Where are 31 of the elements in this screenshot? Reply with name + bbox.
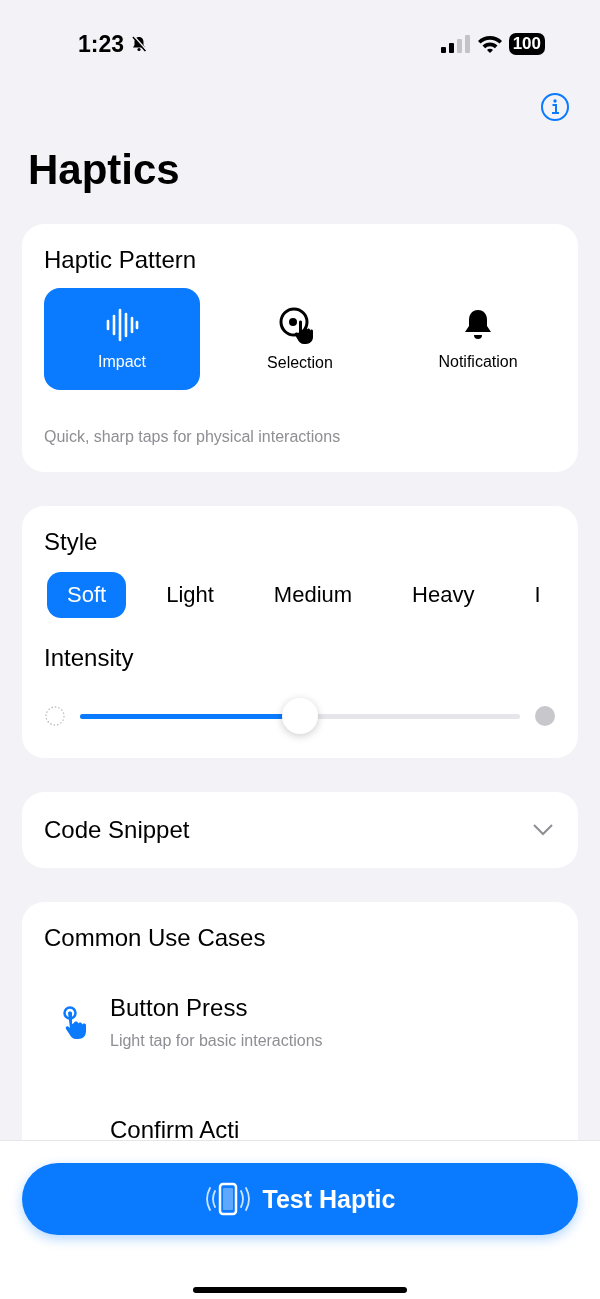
use-case-title: Button Press [110, 994, 249, 1022]
style-tab[interactable]: Soft [47, 572, 127, 618]
test-haptic-button[interactable]: Test Haptic [22, 1163, 578, 1235]
dotted-circle-icon [44, 705, 66, 727]
slider-thumb[interactable] [282, 698, 318, 734]
info-icon[interactable] [540, 92, 570, 122]
signal-icon [440, 34, 471, 54]
section-heading: Haptic Pattern [44, 246, 198, 274]
section-heading: Intensity [44, 644, 135, 672]
style-tab[interactable]: Light [146, 572, 234, 618]
pattern-description: Quick, sharp taps for physical interactions [44, 428, 342, 446]
pattern-option[interactable]: Impact [44, 288, 200, 390]
section-heading: Common Use Cases [44, 924, 267, 952]
style-tab[interactable]: I [514, 572, 561, 618]
filled-circle-icon [534, 705, 556, 727]
battery-icon: 100 [508, 33, 545, 55]
use-case-subtitle: Light tap for basic interactions [110, 1032, 323, 1050]
code-snippet-row[interactable]: Code Snippet [22, 792, 578, 868]
style-tab[interactable]: Medium [253, 572, 373, 618]
muted-bell-icon [130, 35, 149, 53]
vibrating-phone-icon [204, 1182, 251, 1216]
page-title: Haptics [28, 146, 181, 194]
section-heading: Style [44, 528, 99, 556]
use-case-title: Confirm Acti [110, 1116, 240, 1144]
style-tab[interactable]: Heavy [392, 572, 495, 618]
pattern-option[interactable]: Selection [222, 288, 378, 390]
chevron-icon [532, 823, 554, 837]
wifi-icon [476, 34, 503, 54]
waveform-icon [105, 307, 139, 343]
status-time: 1:23 [78, 30, 125, 58]
pattern-option[interactable]: Notification [400, 288, 556, 390]
